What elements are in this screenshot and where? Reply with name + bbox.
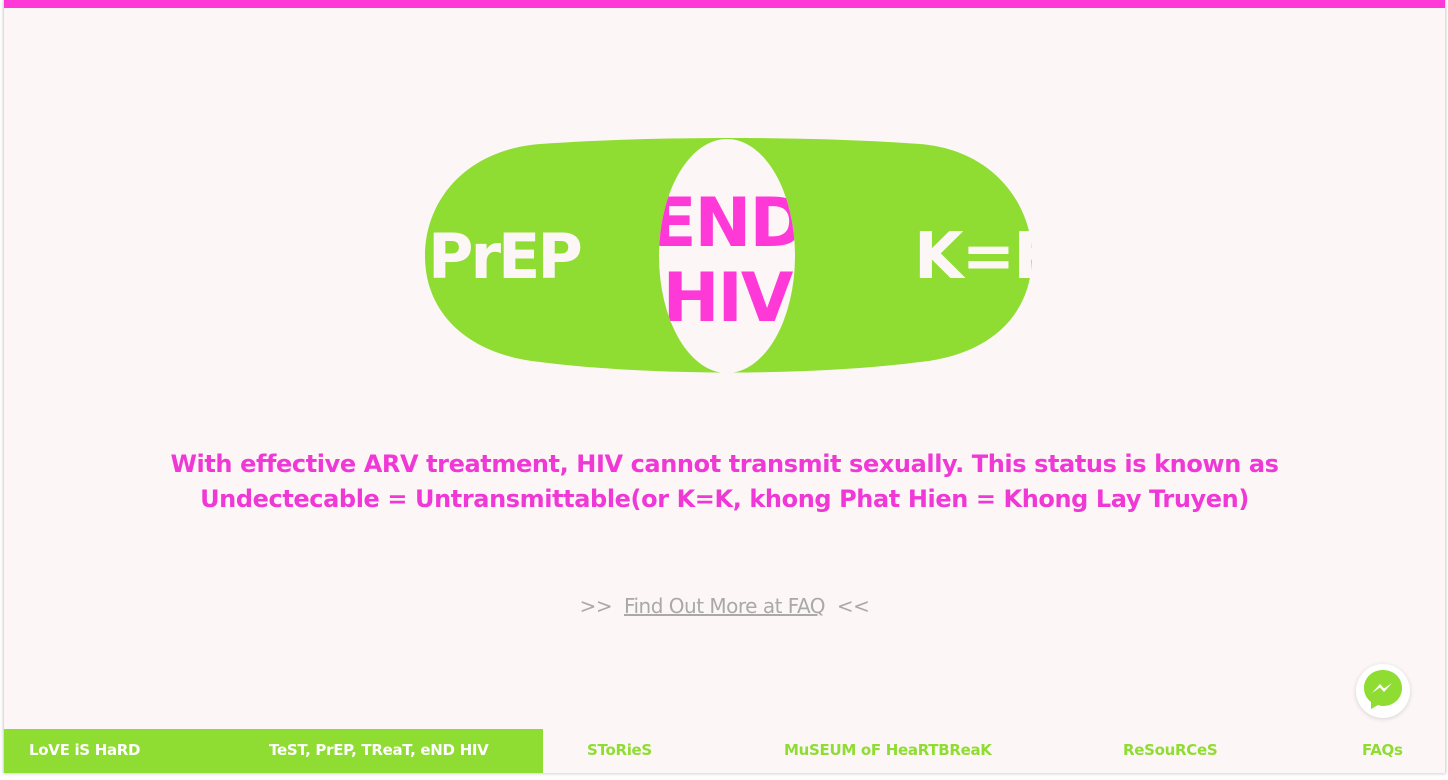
hero-pill-graphic: PrEP K=K END HIV	[420, 136, 1032, 376]
nav-item-faqs[interactable]: FAQs	[1362, 729, 1403, 773]
nav-item-stories[interactable]: SToRieS	[587, 729, 652, 773]
kk-message: With effective ARV treatment, HIV cannot…	[4, 447, 1445, 517]
nav-item-test-prep-treat[interactable]: TeST, PrEP, TReaT, eND HIV	[269, 729, 489, 773]
nav-item-museum[interactable]: MuSEUM oF HeaRTBReaK	[784, 729, 992, 773]
faq-link-row: >> Find Out More at FAQ <<	[4, 594, 1445, 618]
pill-center-line2: HIV	[663, 259, 794, 338]
message-line-2: Undectecable = Untransmittable(or K=K, k…	[200, 485, 1249, 513]
nav-item-love-is-hard[interactable]: LoVE iS HaRD	[29, 729, 140, 773]
messenger-icon	[1362, 668, 1404, 715]
faq-suffix: <<	[836, 594, 870, 618]
message-line-1: With effective ARV treatment, HIV cannot…	[170, 450, 1279, 478]
pill-center-line1: END	[650, 184, 804, 263]
faq-prefix: >>	[579, 594, 613, 618]
pill-svg: PrEP K=K END HIV	[425, 138, 1032, 373]
pill-right-text: K=K	[914, 220, 1032, 294]
top-accent-bar	[4, 0, 1445, 8]
page-frame: PrEP K=K END HIV With effective ARV trea…	[3, 0, 1446, 773]
bottom-nav: LoVE iS HaRD TeST, PrEP, TReaT, eND HIV …	[4, 729, 1445, 773]
messenger-button[interactable]	[1356, 664, 1410, 718]
faq-link[interactable]: Find Out More at FAQ	[624, 594, 826, 618]
nav-item-resources[interactable]: ReSouRCeS	[1123, 729, 1218, 773]
pill-left-text: PrEP	[428, 220, 580, 293]
